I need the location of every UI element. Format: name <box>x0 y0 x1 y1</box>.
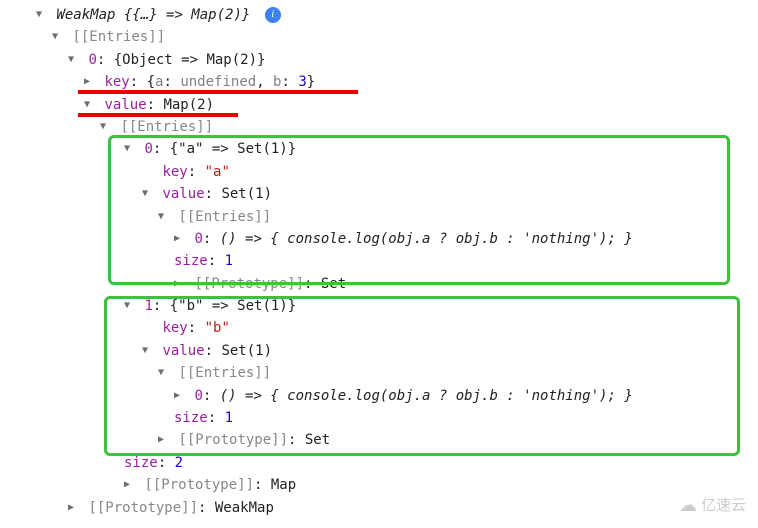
proto-label: [[Prototype]] <box>194 276 304 292</box>
tree-row-set-entry[interactable]: 0: () => { console.log(obj.a ? obj.b : '… <box>8 385 750 407</box>
size-value: 1 <box>225 253 233 269</box>
expand-toggle-icon[interactable] <box>158 365 170 381</box>
expand-toggle-icon[interactable] <box>124 298 136 314</box>
expand-toggle-icon[interactable] <box>84 97 96 113</box>
expand-toggle-icon[interactable] <box>142 343 154 359</box>
entries-label: [[Entries]] <box>120 119 213 135</box>
value-summary: Set(1) <box>221 186 272 202</box>
entry-index: 0 <box>194 231 202 247</box>
key-label: key <box>162 164 187 180</box>
tree-row-key[interactable]: key: "a" <box>8 161 750 183</box>
entry-index: 0 <box>194 388 202 404</box>
tree-row-value[interactable]: value: Set(1) <box>8 183 750 205</box>
annotation-underline-value <box>78 113 238 117</box>
size-label: size <box>174 253 208 269</box>
size-value: 1 <box>225 410 233 426</box>
proto-value: WeakMap <box>215 500 274 516</box>
key-value: "b" <box>205 320 230 336</box>
tree-row-map-entry-1[interactable]: 1: {"b" => Set(1)} <box>8 295 750 317</box>
proto-value: Map <box>271 477 296 493</box>
expand-toggle-icon[interactable] <box>142 186 154 202</box>
value-summary: Map(2) <box>163 97 214 113</box>
entry-summary: {"a" => Set(1)} <box>170 141 296 157</box>
tree-row-size[interactable]: size: 1 <box>8 250 750 272</box>
annotation-underline-key <box>78 90 358 94</box>
root-summary: {{…} => Map(2)} <box>124 7 250 23</box>
tree-row-entries[interactable]: [[Entries]] <box>8 26 750 48</box>
tree-row-prototype[interactable]: [[Prototype]]: Set <box>8 429 750 451</box>
expand-toggle-icon[interactable] <box>52 29 64 45</box>
expand-toggle-icon[interactable] <box>174 231 186 247</box>
size-label: size <box>124 455 158 471</box>
proto-label: [[Prototype]] <box>88 500 198 516</box>
tree-row-map-entry-0[interactable]: 0: {"a" => Set(1)} <box>8 138 750 160</box>
expand-toggle-icon[interactable] <box>100 119 112 135</box>
value-label: value <box>162 186 204 202</box>
size-label: size <box>174 410 208 426</box>
root-label: WeakMap <box>56 7 123 23</box>
entry-index: 0 <box>88 52 96 68</box>
expand-toggle-icon[interactable] <box>124 477 136 493</box>
tree-row-prototype[interactable]: [[Prototype]]: WeakMap <box>8 497 750 519</box>
tree-row-value[interactable]: value: Set(1) <box>8 340 750 362</box>
expand-toggle-icon[interactable] <box>174 276 186 292</box>
proto-value: Set <box>321 276 346 292</box>
tree-row-root[interactable]: WeakMap {{…} => Map(2)} i <box>8 4 750 26</box>
key-label: key <box>162 320 187 336</box>
entry-summary: {Object => Map(2)} <box>114 52 266 68</box>
tree-row-entries[interactable]: [[Entries]] <box>8 206 750 228</box>
tree-row-entries[interactable]: [[Entries]] <box>8 116 750 138</box>
entry-index: 0 <box>144 141 152 157</box>
value-label: value <box>104 97 146 113</box>
watermark: ☁ 亿速云 <box>679 491 746 520</box>
brace-close: } <box>307 74 315 90</box>
proto-value: Set <box>305 432 330 448</box>
expand-toggle-icon[interactable] <box>68 52 80 68</box>
key-a-val: undefined <box>180 74 256 90</box>
entries-label: [[Entries]] <box>72 29 165 45</box>
sep: , <box>256 74 273 90</box>
entries-label: [[Entries]] <box>178 365 271 381</box>
expand-toggle-icon[interactable] <box>84 74 96 90</box>
key-b-val: 3 <box>298 74 306 90</box>
info-icon[interactable]: i <box>265 7 281 23</box>
expand-toggle-icon[interactable] <box>174 388 186 404</box>
entries-label: [[Entries]] <box>178 209 271 225</box>
key-value: "a" <box>205 164 230 180</box>
size-value: 2 <box>175 455 183 471</box>
tree-row-size[interactable]: size: 2 <box>8 452 750 474</box>
tree-row-prototype[interactable]: [[Prototype]]: Map <box>8 474 750 496</box>
value-label: value <box>162 343 204 359</box>
fn-body: () => { console.log(obj.a ? obj.b : 'not… <box>220 388 633 404</box>
tree-row-entry-0[interactable]: 0: {Object => Map(2)} <box>8 49 750 71</box>
expand-toggle-icon[interactable] <box>124 141 136 157</box>
value-summary: Set(1) <box>221 343 272 359</box>
entry-index: 1 <box>144 298 152 314</box>
proto-label: [[Prototype]] <box>178 432 288 448</box>
expand-toggle-icon[interactable] <box>158 432 170 448</box>
cloud-icon: ☁ <box>679 491 697 520</box>
expand-toggle-icon[interactable] <box>36 7 48 23</box>
fn-body: () => { console.log(obj.a ? obj.b : 'not… <box>220 231 633 247</box>
tree-row-entries[interactable]: [[Entries]] <box>8 362 750 384</box>
expand-toggle-icon[interactable] <box>158 209 170 225</box>
watermark-text: 亿速云 <box>701 494 746 518</box>
brace-open: { <box>147 74 155 90</box>
tree-row-key[interactable]: key: "b" <box>8 317 750 339</box>
proto-label: [[Prototype]] <box>144 477 254 493</box>
tree-row-set-entry[interactable]: 0: () => { console.log(obj.a ? obj.b : '… <box>8 228 750 250</box>
expand-toggle-icon[interactable] <box>68 500 80 516</box>
tree-row-prototype[interactable]: [[Prototype]]: Set <box>8 273 750 295</box>
tree-row-size[interactable]: size: 1 <box>8 407 750 429</box>
entry-summary: {"b" => Set(1)} <box>170 298 296 314</box>
key-label: key <box>104 74 129 90</box>
